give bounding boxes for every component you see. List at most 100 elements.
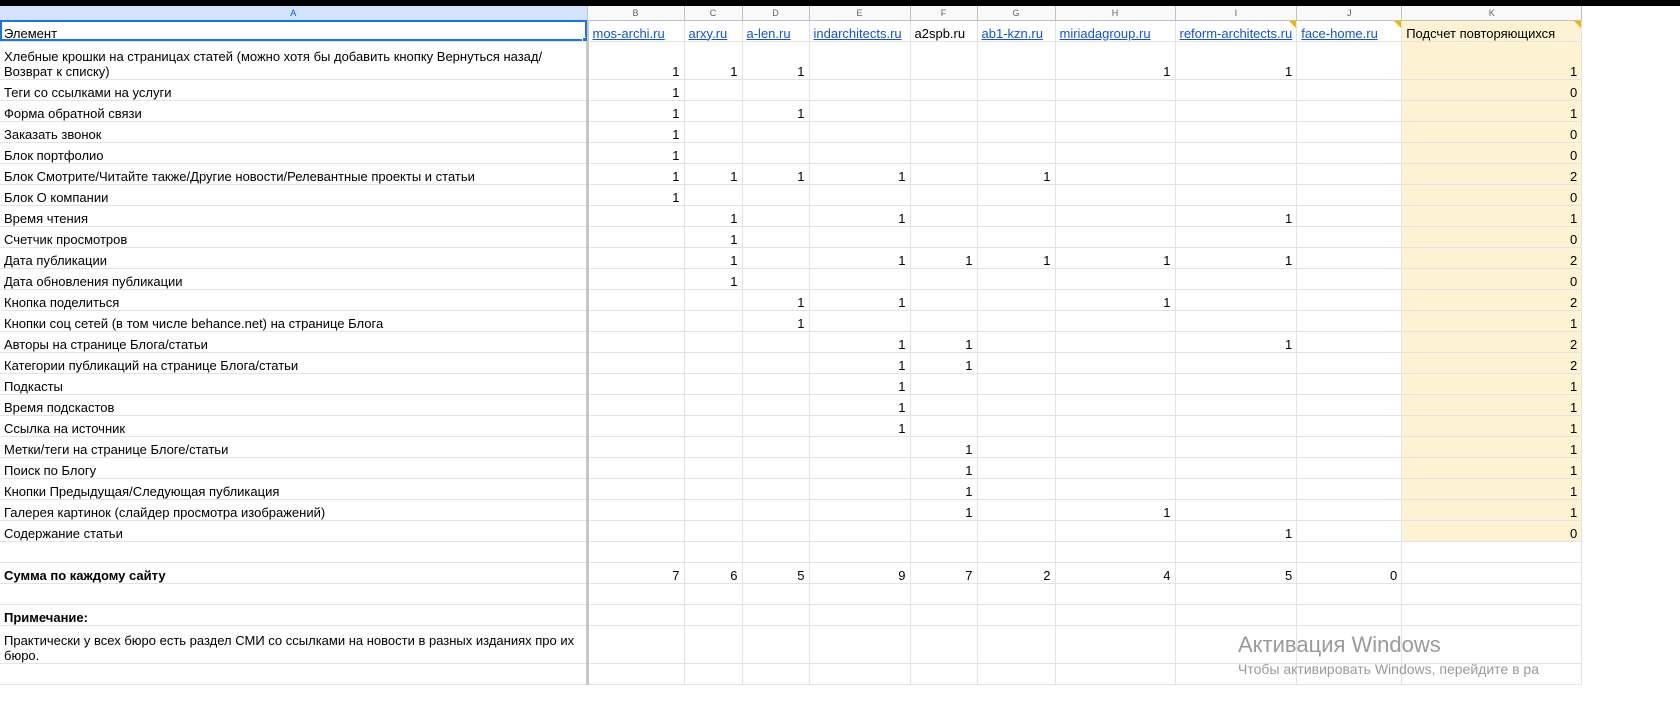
empty-cell[interactable] (977, 604, 1056, 626)
element-label-cell[interactable]: Поиск по Блогу (0, 457, 589, 479)
spreadsheet-grid[interactable]: A B C D E F G H I J K Элемент mos-archi.ru arxy.ru a-l… (0, 6, 1680, 701)
value-cell[interactable] (910, 121, 978, 143)
fill-handle[interactable] (581, 36, 584, 40)
empty-cell[interactable] (1175, 663, 1298, 685)
value-cell[interactable] (587, 289, 685, 311)
column-header-d[interactable]: D (742, 6, 810, 21)
value-cell[interactable] (1175, 184, 1298, 206)
value-cell[interactable] (742, 457, 810, 479)
value-cell[interactable] (684, 310, 743, 332)
empty-cell[interactable] (742, 663, 810, 685)
site-header-indarchitects-ru[interactable]: indarchitects.ru (809, 20, 911, 42)
value-cell[interactable] (587, 457, 685, 479)
value-cell[interactable] (742, 268, 810, 290)
value-cell[interactable] (1175, 394, 1298, 416)
value-cell[interactable] (742, 226, 810, 248)
value-cell[interactable] (1296, 415, 1403, 437)
element-label-cell[interactable]: Кнопка поделиться (0, 289, 589, 311)
site-header-arxy-ru[interactable]: arxy.ru (684, 20, 743, 42)
value-cell[interactable] (684, 478, 743, 500)
sum-value-cell[interactable]: 6 (684, 562, 743, 584)
empty-cell[interactable] (1296, 541, 1403, 563)
value-cell[interactable] (977, 394, 1056, 416)
value-cell[interactable] (1296, 268, 1403, 290)
column-header-k[interactable]: K (1401, 6, 1583, 21)
empty-cell[interactable] (809, 625, 911, 664)
value-cell[interactable] (742, 331, 810, 353)
value-cell[interactable]: 1 (809, 415, 911, 437)
value-cell[interactable] (742, 121, 810, 143)
element-label-cell[interactable]: Категории публикаций на странице Блога/с… (0, 352, 589, 374)
value-cell[interactable] (1175, 436, 1298, 458)
value-cell[interactable]: 1 (742, 289, 810, 311)
value-cell[interactable] (809, 100, 911, 122)
value-cell[interactable]: 1 (809, 247, 911, 269)
empty-cell[interactable] (1401, 663, 1583, 685)
value-cell[interactable] (1296, 352, 1403, 374)
value-cell[interactable] (1296, 205, 1403, 227)
sum-value-cell[interactable]: 7 (910, 562, 978, 584)
value-cell[interactable] (684, 373, 743, 395)
value-cell[interactable] (1296, 100, 1403, 122)
empty-cell[interactable] (1296, 604, 1403, 626)
column-header-c[interactable]: C (684, 6, 743, 21)
value-cell[interactable] (977, 331, 1056, 353)
value-cell[interactable] (1175, 457, 1298, 479)
value-cell[interactable]: 1 (809, 205, 911, 227)
site-header-mos-archi-ru[interactable]: mos-archi.ru (587, 20, 685, 42)
empty-cell[interactable] (1175, 583, 1298, 605)
empty-cell[interactable] (809, 663, 911, 685)
empty-cell[interactable] (1296, 663, 1403, 685)
value-cell[interactable]: 1 (809, 373, 911, 395)
value-cell[interactable]: 1 (742, 163, 810, 185)
value-cell[interactable] (1296, 247, 1403, 269)
empty-cell[interactable] (684, 625, 743, 664)
value-cell[interactable] (977, 121, 1056, 143)
value-cell[interactable]: 1 (684, 163, 743, 185)
value-cell[interactable] (1296, 41, 1403, 80)
value-cell[interactable] (587, 268, 685, 290)
value-cell[interactable] (1055, 415, 1176, 437)
value-cell[interactable] (977, 79, 1056, 101)
value-cell[interactable] (977, 457, 1056, 479)
element-label-cell[interactable]: Кнопки соц сетей (в том числе behance.ne… (0, 310, 589, 332)
column-header-f[interactable]: F (910, 6, 978, 21)
value-cell[interactable] (587, 205, 685, 227)
value-cell[interactable] (1296, 310, 1403, 332)
empty-cell[interactable] (0, 583, 589, 605)
sum-label-cell[interactable]: Сумма по каждому сайту (0, 562, 589, 584)
empty-cell[interactable] (1175, 625, 1298, 664)
element-label-cell[interactable]: Кнопки Предыдущая/Следующая публикация (0, 478, 589, 500)
value-cell[interactable] (910, 41, 978, 80)
count-cell[interactable]: 1 (1401, 457, 1583, 479)
value-cell[interactable] (809, 520, 911, 542)
value-cell[interactable] (977, 226, 1056, 248)
value-cell[interactable] (977, 499, 1056, 521)
value-cell[interactable] (1296, 163, 1403, 185)
value-cell[interactable] (1175, 142, 1298, 164)
empty-cell[interactable] (587, 625, 685, 664)
value-cell[interactable]: 1 (587, 79, 685, 101)
count-cell[interactable]: 1 (1401, 394, 1583, 416)
empty-cell[interactable] (977, 625, 1056, 664)
sum-value-cell[interactable]: 7 (587, 562, 685, 584)
value-cell[interactable] (1175, 121, 1298, 143)
value-cell[interactable] (684, 79, 743, 101)
element-label-cell[interactable]: Время подскастов (0, 394, 589, 416)
value-cell[interactable] (977, 352, 1056, 374)
value-cell[interactable] (977, 310, 1056, 332)
value-cell[interactable] (1296, 457, 1403, 479)
value-cell[interactable] (587, 310, 685, 332)
value-cell[interactable] (910, 79, 978, 101)
value-cell[interactable] (1175, 289, 1298, 311)
element-label-cell[interactable]: Галерея картинок (слайдер просмотра изоб… (0, 499, 589, 521)
value-cell[interactable] (1055, 79, 1176, 101)
count-cell[interactable]: 0 (1401, 142, 1583, 164)
sum-value-cell[interactable]: 0 (1296, 562, 1403, 584)
column-header-j[interactable]: J (1296, 6, 1403, 21)
value-cell[interactable] (684, 142, 743, 164)
value-cell[interactable] (1055, 310, 1176, 332)
value-cell[interactable]: 1 (910, 352, 978, 374)
column-header-g[interactable]: G (977, 6, 1056, 21)
sum-value-cell[interactable]: 5 (1175, 562, 1298, 584)
